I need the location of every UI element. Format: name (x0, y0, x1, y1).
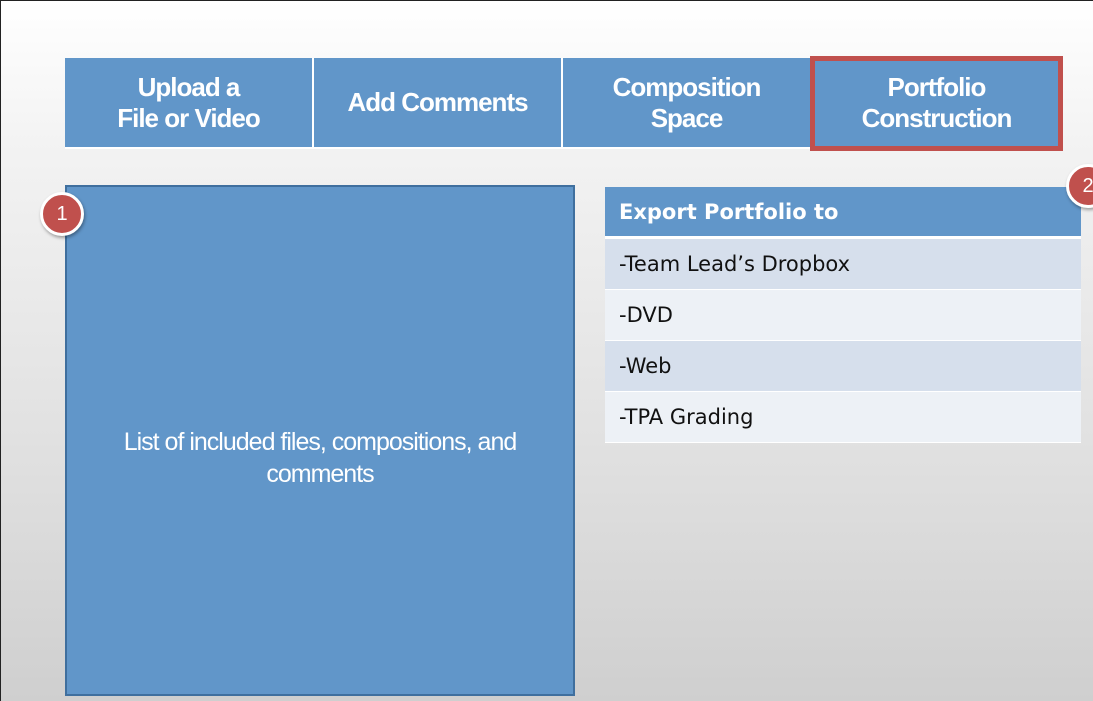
export-option-tpa-grading[interactable]: -TPA Grading (605, 392, 1081, 443)
included-items-placeholder: List of included files, compositions, an… (123, 427, 518, 488)
included-items-panel: List of included files, compositions, an… (65, 185, 575, 696)
export-option-dvd[interactable]: -DVD (605, 290, 1081, 341)
workflow-tabs: Upload a File or Video Add Comments Comp… (65, 56, 1063, 151)
tab-add-comments[interactable]: Add Comments (314, 58, 563, 149)
export-option-web[interactable]: -Web (605, 341, 1081, 392)
export-options-table: Export Portfolio to -Team Lead’s Dropbox… (605, 187, 1081, 443)
tab-composition-space[interactable]: Composition Space (563, 58, 812, 149)
tab-portfolio-construction[interactable]: Portfolio Construction (810, 56, 1063, 151)
callout-badge-1: 1 (40, 192, 84, 236)
export-option-team-lead-dropbox[interactable]: -Team Lead’s Dropbox (605, 239, 1081, 290)
export-header: Export Portfolio to (605, 187, 1081, 239)
tab-upload-file-or-video[interactable]: Upload a File or Video (65, 58, 314, 149)
slide-canvas: Upload a File or Video Add Comments Comp… (0, 0, 1093, 701)
